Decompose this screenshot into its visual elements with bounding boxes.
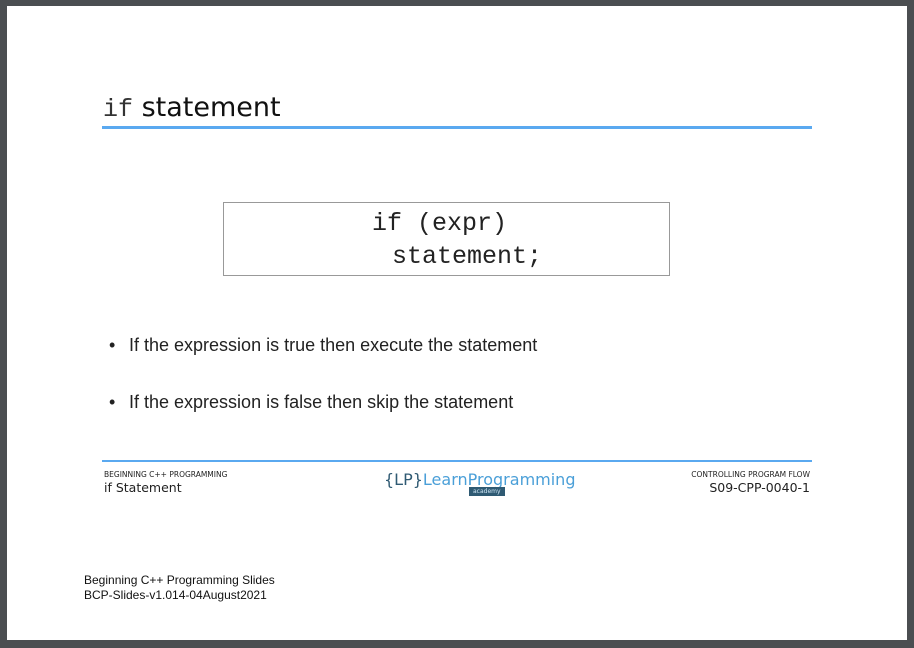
footer-rule [102,460,812,462]
slide-title: if statement [103,92,281,124]
logo-academy: academy [469,487,505,496]
bullet-item: • If the expression is false then skip th… [109,392,514,412]
footer-topic: if Statement [104,480,182,495]
code-line: statement; [392,242,543,271]
bullet-item: • If the expression is true then execute … [109,335,538,355]
logo-brace: {LP} [384,470,423,489]
bullet-text: If the expression is true then execute t… [129,335,538,355]
note-line: BCP-Slides-v1.014-04August2021 [84,588,267,602]
code-box: if (expr) statement; [223,202,670,276]
title-text: statement [141,92,281,123]
pdf-page: if statement if (expr) statement; • If th… [7,6,907,640]
note-line: Beginning C++ Programming Slides [84,573,275,587]
title-rule [102,126,812,129]
code-line: if (expr) [372,209,508,238]
bullet-text: If the expression is false then skip the… [129,392,514,412]
footer-course: BEGINNING C++ PROGRAMMING [104,470,228,479]
footer-code: S09-CPP-0040-1 [709,480,810,495]
footer-section: CONTROLLING PROGRAM FLOW [691,470,810,479]
title-code: if [103,95,134,124]
